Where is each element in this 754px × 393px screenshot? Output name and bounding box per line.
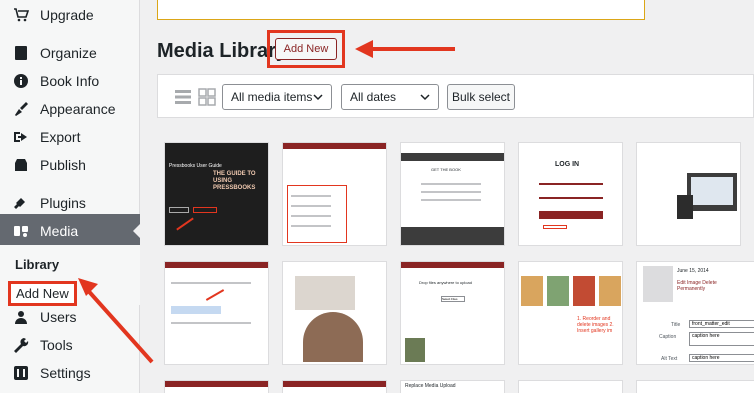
- media-tile[interactable]: Pressbooks User Guide THE GUIDE TO USING…: [164, 142, 269, 246]
- bulk-select-button[interactable]: Bulk select: [447, 84, 515, 110]
- media-toolbar: All media items All dates Bulk select: [157, 74, 754, 118]
- media-tile[interactable]: 1. Reorder and delete images 2. Insert g…: [518, 261, 623, 365]
- media-tile[interactable]: [282, 261, 387, 365]
- tile-caption: Select Files: [441, 296, 465, 302]
- sidebar-item-upgrade[interactable]: Upgrade: [0, 0, 140, 32]
- detail-alt-field[interactable]: caption here: [689, 354, 754, 362]
- detail-title-field[interactable]: front_matter_edit: [689, 320, 754, 328]
- media-tile[interactable]: June 15, 2014 Edit Image Delete Permanen…: [636, 261, 754, 365]
- info-icon: [12, 72, 30, 90]
- chevron-down-icon: [420, 94, 430, 101]
- media-type-filter[interactable]: All media items: [222, 84, 332, 110]
- detail-caption-label: Caption: [659, 334, 677, 340]
- user-icon: [12, 308, 30, 326]
- media-tile[interactable]: [636, 142, 741, 246]
- store-icon: [12, 156, 30, 174]
- media-tile[interactable]: [636, 380, 754, 393]
- cart-icon: [12, 6, 30, 24]
- media-type-filter-value: All media items: [231, 90, 313, 104]
- detail-title-label: Title: [671, 322, 681, 328]
- media-tile[interactable]: Replace Media Upload: [400, 380, 505, 393]
- media-tile[interactable]: [164, 261, 269, 365]
- media-tile[interactable]: [518, 380, 623, 393]
- date-filter-value: All dates: [350, 90, 397, 104]
- notice-box: [157, 0, 645, 20]
- media-tile[interactable]: [282, 380, 387, 393]
- sidebar-item-publish[interactable]: Publish: [0, 148, 140, 182]
- book-icon: [12, 44, 30, 62]
- list-view-icon[interactable]: [174, 88, 192, 106]
- media-tile[interactable]: LOG IN: [518, 142, 623, 246]
- date-filter[interactable]: All dates: [341, 84, 439, 110]
- add-new-highlight: Add New: [267, 30, 345, 68]
- sidebar-item-media[interactable]: Media: [0, 214, 141, 248]
- plugin-icon: [12, 194, 30, 212]
- main-content: Media Library Add New All media items Al…: [141, 0, 754, 393]
- tile-caption: Edit Image Delete Permanently: [677, 280, 717, 292]
- tile-title: June 15, 2014: [677, 268, 709, 274]
- tile-title: Replace Media Upload: [405, 383, 456, 389]
- export-icon: [12, 128, 30, 146]
- sidebar-item-label: Media: [40, 223, 79, 239]
- tile-title: LOG IN: [555, 161, 580, 168]
- sidebar-item-label: Upgrade: [40, 7, 94, 23]
- sidebar-item-label: Book Info: [40, 73, 100, 89]
- sidebar-item-label: Tools: [40, 337, 73, 353]
- tile-caption: THE GUIDE TO USING PRESSBOOKS: [213, 171, 256, 191]
- tile-caption: 1. Reorder and delete images 2. Insert g…: [577, 316, 614, 334]
- chevron-down-icon: [313, 94, 323, 101]
- tile-title: Drop files anywhere to upload: [419, 280, 472, 285]
- annotation-arrow-add-new: [355, 40, 455, 58]
- submenu-library[interactable]: Library: [15, 257, 59, 272]
- media-tile[interactable]: [282, 142, 387, 246]
- sidebar-item-label: Publish: [40, 157, 86, 173]
- media-icon: [12, 222, 30, 240]
- sidebar-item-label: Plugins: [40, 195, 86, 211]
- sidebar-item-label: Export: [40, 129, 81, 145]
- wrench-icon: [12, 336, 30, 354]
- media-tile[interactable]: [164, 380, 269, 393]
- sidebar-item-label: Organize: [40, 45, 97, 61]
- tile-title: Pressbooks User Guide: [169, 163, 222, 169]
- media-tile[interactable]: Drop files anywhere to upload Select Fil…: [400, 261, 505, 365]
- media-tile[interactable]: GET THE BOOK: [400, 142, 505, 246]
- detail-caption-field[interactable]: caption here: [689, 332, 754, 346]
- sidebar-item-label: Appearance: [40, 101, 116, 117]
- detail-alt-label: Alt Text: [661, 356, 678, 362]
- tile-title: GET THE BOOK: [431, 167, 461, 172]
- settings-icon: [12, 364, 30, 382]
- add-new-button[interactable]: Add New: [275, 38, 337, 60]
- brush-icon: [12, 100, 30, 118]
- grid-view-icon[interactable]: [198, 88, 216, 106]
